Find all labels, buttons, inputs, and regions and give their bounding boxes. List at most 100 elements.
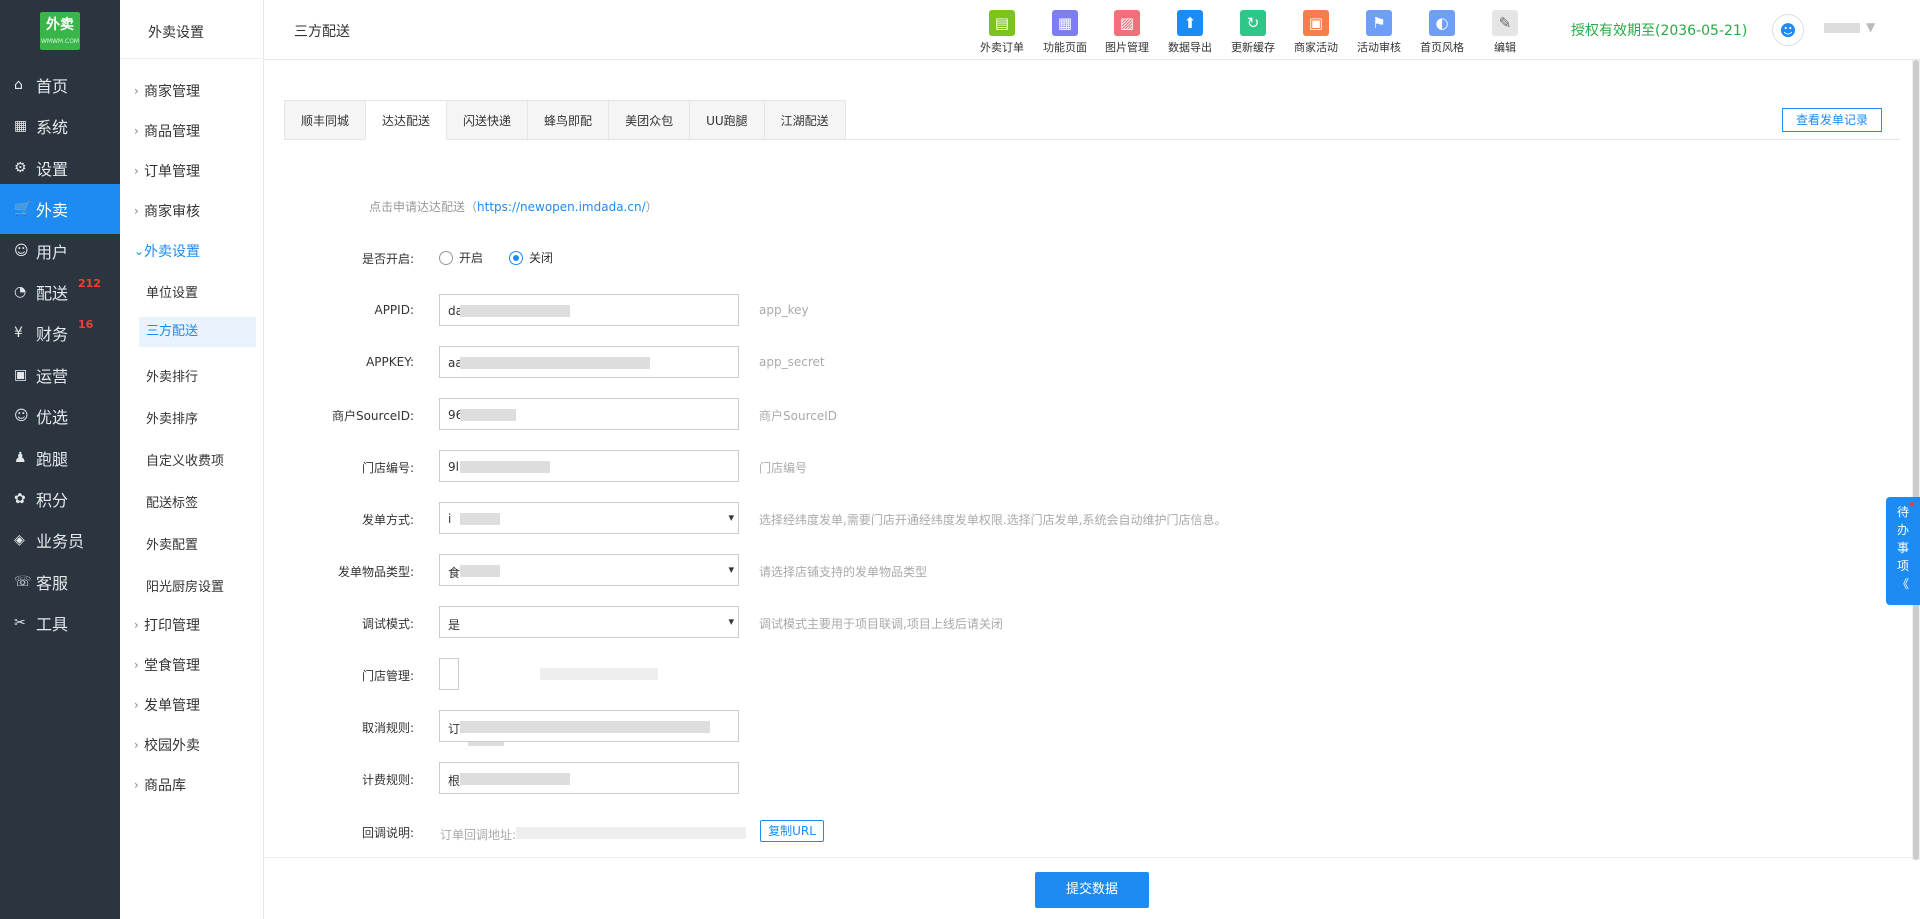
toolbar-icon: ▣ xyxy=(1303,10,1329,36)
sub-item-1[interactable]: 三方配送 xyxy=(139,317,256,347)
nav-icon: 🛒 xyxy=(14,201,32,218)
chevron-right-icon: › xyxy=(134,738,139,752)
dispatch-mode-select[interactable]: i ▾ xyxy=(439,502,739,534)
sub-item-0[interactable]: 单位设置 xyxy=(146,282,198,301)
sub-group-bottom-2[interactable]: › 发单管理 xyxy=(134,695,200,715)
toolbar-label: 更新缓存 xyxy=(1231,41,1275,54)
user-avatar-icon[interactable]: ☻ xyxy=(1772,14,1804,46)
cancel-rule-prefix: 订 xyxy=(448,722,461,736)
fee-rule-prefix: 根 xyxy=(448,774,461,788)
enable-off-radio[interactable]: 关闭 xyxy=(509,249,553,266)
debug-mode-label: 调试模式: xyxy=(361,617,414,631)
toolbar-label: 编辑 xyxy=(1494,41,1516,54)
debug-mode-select[interactable]: 是 ▾ xyxy=(439,606,739,638)
chevron-right-icon: › xyxy=(134,778,139,792)
dispatch-mode-prefix: i xyxy=(448,512,452,526)
dispatch-mode-label: 发单方式: xyxy=(361,513,414,527)
nav-item-13[interactable]: ✂ 工具 xyxy=(0,598,120,648)
tab-2[interactable]: 闪送快递 xyxy=(446,100,528,140)
toolbar-icon: ▤ xyxy=(989,10,1015,36)
toolbar-button-8[interactable]: ✎ 编辑 xyxy=(1475,10,1535,55)
tab-1[interactable]: 达达配送 xyxy=(365,100,447,140)
sub-group-bottom-4[interactable]: › 商品库 xyxy=(134,775,186,795)
cancel-rule-label: 取消规则: xyxy=(361,721,414,735)
apply-link[interactable]: https://newopen.imdada.cn/ xyxy=(477,200,646,214)
sub-item-5[interactable]: 配送标签 xyxy=(146,492,198,511)
sourceid-input[interactable]: 96 xyxy=(439,398,739,430)
toolbar-button-7[interactable]: ◐ 首页风格 xyxy=(1412,10,1472,55)
toolbar-button-6[interactable]: ⚑ 活动审核 xyxy=(1349,10,1409,55)
redacted-value xyxy=(460,773,570,785)
cancel-rule-input[interactable]: 订 xyxy=(439,710,739,742)
delivery-tabs: 顺丰同城 达达配送 闪送快递 蜂鸟即配 美团众包 UU跑腿 江湖配送 xyxy=(284,100,1900,140)
toolbar-button-4[interactable]: ↻ 更新缓存 xyxy=(1223,10,1283,55)
user-name-redacted[interactable] xyxy=(1824,23,1860,33)
toolbar-icon: ⚑ xyxy=(1366,10,1392,36)
callback-label: 回调说明: xyxy=(361,826,414,840)
sub-group-bottom-0[interactable]: › 打印管理 xyxy=(134,615,200,635)
sub-group-1[interactable]: › 商品管理 xyxy=(134,121,200,141)
nav-label: 系统 xyxy=(36,118,69,138)
sub-item-2[interactable]: 外卖排行 xyxy=(146,366,198,385)
sub-group-label: 打印管理 xyxy=(144,618,200,634)
appkey-input[interactable]: aa xyxy=(439,346,739,378)
secondary-sidebar: 外卖设置 › 商家管理 › 商品管理 › 订单管理 › 商家审核 ⌄ 外卖设置 单位设置 三方配送 外卖… xyxy=(120,0,264,919)
fee-rule-input[interactable]: 根 xyxy=(439,762,739,794)
tab-0[interactable]: 顺丰同城 xyxy=(284,100,366,140)
todo-char: 事 xyxy=(1896,541,1909,555)
toolbar-button-3[interactable]: ⬆ 数据导出 xyxy=(1160,10,1220,55)
tab-5[interactable]: UU跑腿 xyxy=(689,100,764,140)
chevron-right-icon: › xyxy=(134,204,139,218)
goods-type-hint: 请选择店铺支持的发单物品类型 xyxy=(759,565,928,579)
page-scrollbar[interactable] xyxy=(1912,60,1920,860)
toolbar-button-0[interactable]: ▤ 外卖订单 xyxy=(972,10,1032,55)
view-dispatch-records-button[interactable]: 查看发单记录 xyxy=(1782,108,1882,132)
nav-icon: ☏ xyxy=(14,573,32,590)
toolbar-button-1[interactable]: ▦ 功能页面 xyxy=(1035,10,1095,55)
toolbar-button-2[interactable]: ▨ 图片管理 xyxy=(1097,10,1157,55)
todo-char: 办 xyxy=(1896,523,1909,537)
todo-panel-button[interactable]: 待 办 事 项 《 xyxy=(1886,497,1920,605)
sub-item-4[interactable]: 自定义收费项 xyxy=(146,450,224,469)
nav-label: 外卖 xyxy=(36,201,69,221)
enable-on-radio[interactable]: 开启 xyxy=(439,249,483,266)
redacted-value xyxy=(540,668,658,680)
toolbar-label: 首页风格 xyxy=(1420,41,1464,54)
appid-input[interactable]: da xyxy=(439,294,739,326)
redacted-value xyxy=(460,461,550,473)
page-title: 三方配送 xyxy=(294,24,350,40)
toolbar-icon: ◐ xyxy=(1429,10,1455,36)
scrollbar-thumb[interactable] xyxy=(1913,60,1919,860)
goods-type-select[interactable]: 食 ▾ xyxy=(439,554,739,586)
sub-item-7[interactable]: 阳光厨房设置 xyxy=(146,576,224,595)
nav-label: 跑腿 xyxy=(36,449,69,469)
copy-url-button[interactable]: 复制URL xyxy=(760,820,824,842)
toolbar-button-5[interactable]: ▣ 商家活动 xyxy=(1286,10,1346,55)
sub-group-open[interactable]: ⌄ 外卖设置 xyxy=(134,241,200,261)
app-logo[interactable]: 外卖 WMWM.COM xyxy=(40,12,80,50)
tab-3[interactable]: 蜂鸟即配 xyxy=(527,100,609,140)
store-number-input[interactable]: 9l xyxy=(439,450,739,482)
tab-6[interactable]: 江湖配送 xyxy=(763,100,846,140)
sub-group-bottom-3[interactable]: › 校园外卖 xyxy=(134,735,200,755)
user-menu-chevron-icon[interactable]: ▼ xyxy=(1866,20,1875,34)
main-content: 顺丰同城 达达配送 闪送快递 蜂鸟即配 美团众包 UU跑腿 江湖配送 查看发单记录 点击申请… xyxy=(264,60,1914,919)
sub-group-bottom-1[interactable]: › 堂食管理 xyxy=(134,655,200,675)
store-management-control[interactable] xyxy=(439,658,459,690)
sub-group-3[interactable]: › 商家审核 xyxy=(134,201,200,221)
chevron-down-icon: ⌄ xyxy=(134,244,145,258)
nav-badge: 16 xyxy=(78,318,94,332)
tab-4[interactable]: 美团众包 xyxy=(608,100,690,140)
sub-item-6[interactable]: 外卖配置 xyxy=(146,534,198,553)
sub-group-2[interactable]: › 订单管理 xyxy=(134,161,200,181)
sub-item-3[interactable]: 外卖排序 xyxy=(146,408,198,427)
nav-icon: ✂ xyxy=(14,615,26,632)
nav-icon: ⚙ xyxy=(14,159,27,176)
submit-button[interactable]: 提交数据 xyxy=(1035,872,1149,908)
nav-label: 配送 xyxy=(36,284,69,303)
sub-group-0[interactable]: › 商家管理 xyxy=(134,81,200,101)
chevron-right-icon: › xyxy=(134,164,139,178)
apply-notice: 点击申请达达配送（https://newopen.imdada.cn/） xyxy=(369,198,658,215)
appid-label: APPID: xyxy=(374,303,414,317)
redacted-value xyxy=(460,513,500,525)
